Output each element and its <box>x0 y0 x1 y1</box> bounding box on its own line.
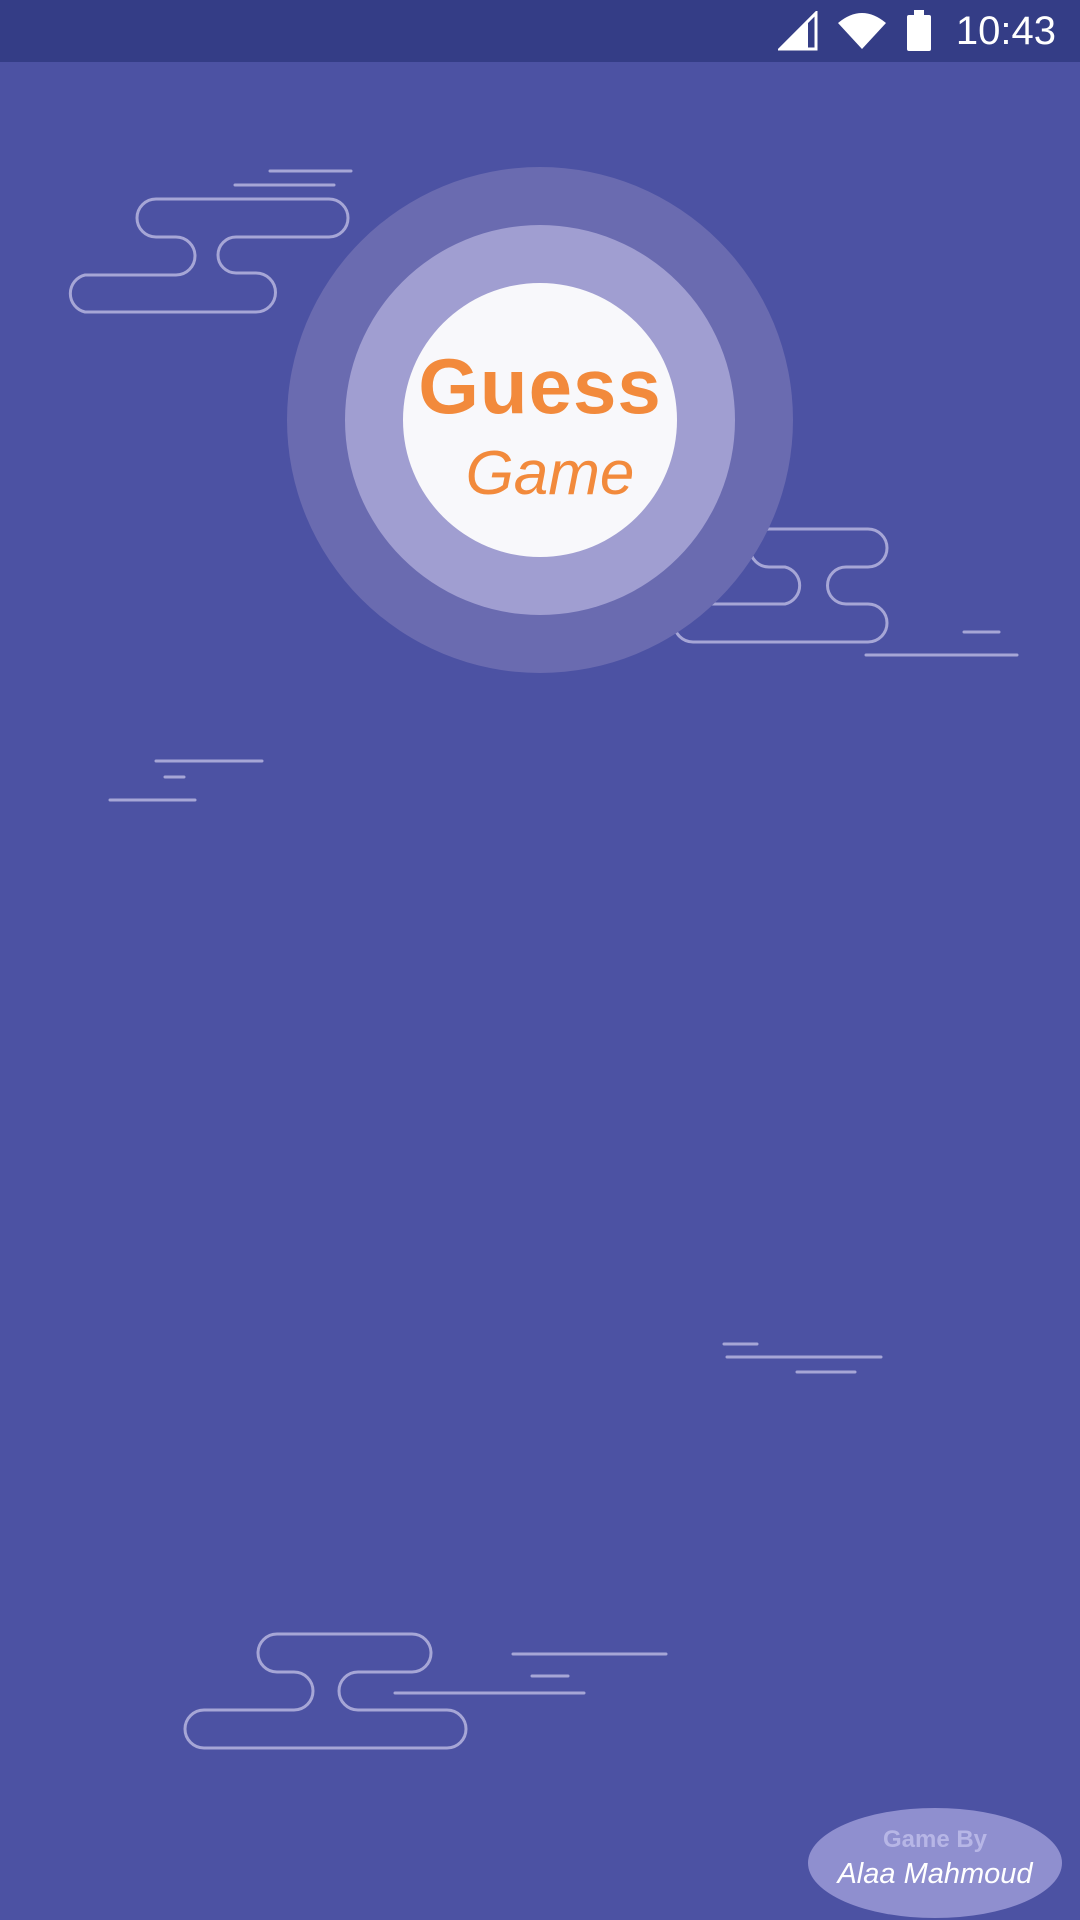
wind-lines-right <box>722 1342 883 1374</box>
logo-center: Guess Game <box>403 283 677 557</box>
credit-badge: Game By Alaa Mahmoud <box>808 1808 1062 1918</box>
cloud-top-left <box>68 169 353 314</box>
credit-author: Alaa Mahmoud <box>837 1858 1033 1890</box>
logo-subtitle: Game <box>465 439 635 508</box>
logo-middle-ring: Guess Game <box>345 225 735 615</box>
credit-label: Game By <box>882 1826 988 1853</box>
logo-title: Guess <box>418 342 662 430</box>
wind-lines-left <box>108 759 264 802</box>
cloud-bottom <box>183 1632 668 1750</box>
game-logo: Guess Game <box>287 167 793 673</box>
